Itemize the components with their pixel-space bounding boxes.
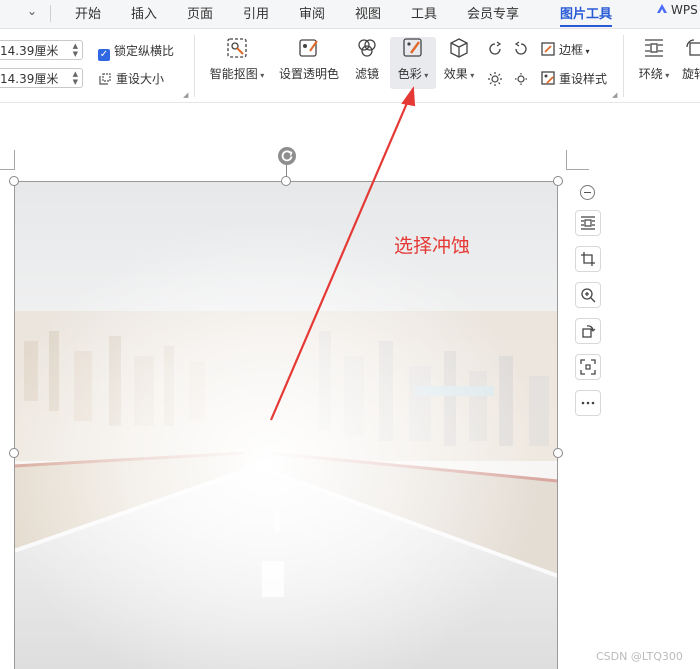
annotation-arrow bbox=[269, 86, 416, 421]
annotation-text: 选择冲蚀 bbox=[394, 235, 471, 257]
watermark: CSDN @LTQ300 bbox=[596, 650, 683, 663]
